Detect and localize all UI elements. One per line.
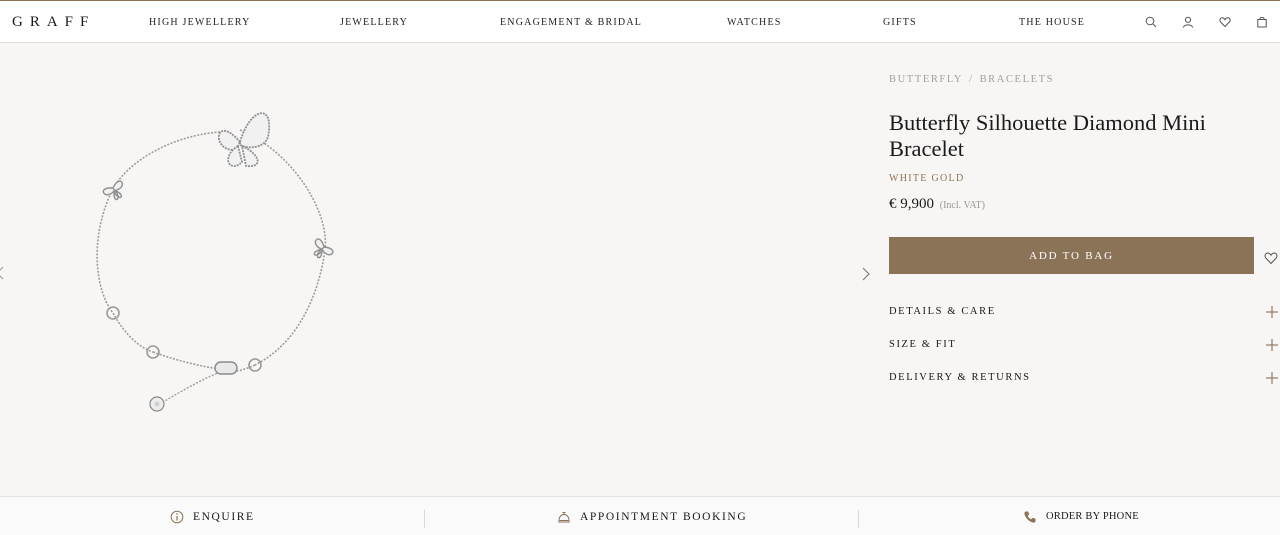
appointment-booking-button[interactable]: APPOINTMENT BOOKING <box>557 497 747 535</box>
prev-image-arrow[interactable] <box>0 266 4 280</box>
add-to-bag-button[interactable]: ADD TO BAG <box>889 237 1254 274</box>
plus-icon <box>1266 372 1278 384</box>
bag-icon[interactable] <box>1256 16 1268 28</box>
plus-icon <box>1266 339 1278 351</box>
enquire-button[interactable]: ENQUIRE <box>170 497 255 535</box>
sticky-footer-bar: ENQUIRE APPOINTMENT BOOKING ORDER BY PHO… <box>0 496 1280 535</box>
info-icon <box>170 510 184 523</box>
breadcrumb-butterfly[interactable]: BUTTERFLY <box>889 74 963 85</box>
concierge-bell-icon <box>558 511 570 522</box>
vat-note: (Incl. VAT) <box>939 200 985 211</box>
product-price-wrap: € 9,900 (Incl. VAT) <box>889 196 985 213</box>
nav-high-jewellery[interactable]: HIGH JEWELLERY <box>149 17 251 28</box>
plus-icon <box>1266 306 1278 318</box>
graff-logo[interactable]: GRAFF <box>12 14 95 31</box>
nav-the-house[interactable]: THE HOUSE <box>1019 17 1085 28</box>
accordion-details-care-label: DETAILS & CARE <box>889 306 996 317</box>
phone-icon <box>1024 511 1036 523</box>
appointment-booking-label: APPOINTMENT BOOKING <box>580 510 748 523</box>
breadcrumb-bracelets[interactable]: BRACELETS <box>980 74 1055 85</box>
accordion-delivery-returns-label: DELIVERY & RETURNS <box>889 372 1031 383</box>
nav-gifts[interactable]: GIFTS <box>883 17 917 28</box>
enquire-label: ENQUIRE <box>193 510 255 523</box>
product-price: € 9,900 <box>889 196 934 212</box>
accordion-size-fit-label: SIZE & FIT <box>889 339 957 350</box>
product-title: Butterfly Silhouette Diamond Mini Bracel… <box>889 110 1206 161</box>
next-image-arrow[interactable] <box>861 266 871 282</box>
add-to-wishlist-heart-icon[interactable] <box>1264 251 1278 265</box>
accordion-size-fit[interactable]: SIZE & FIT <box>889 336 1280 356</box>
wishlist-icon[interactable] <box>1219 16 1231 28</box>
order-by-phone-button[interactable]: ORDER BY PHONE <box>1023 497 1139 535</box>
breadcrumb-separator: / <box>969 74 974 85</box>
site-header: GRAFF HIGH JEWELLERY JEWELLERY ENGAGEMEN… <box>0 0 1280 43</box>
order-by-phone-label: ORDER BY PHONE <box>1046 511 1139 522</box>
product-image[interactable] <box>80 100 360 430</box>
accordion-details-care[interactable]: DETAILS & CARE <box>889 303 1280 323</box>
nav-engagement-bridal[interactable]: ENGAGEMENT & BRIDAL <box>500 17 642 28</box>
search-icon[interactable] <box>1145 16 1157 28</box>
nav-watches[interactable]: WATCHES <box>727 17 782 28</box>
nav-jewellery[interactable]: JEWELLERY <box>340 17 408 28</box>
breadcrumb: BUTTERFLY / BRACELETS <box>889 74 1054 85</box>
footer-divider <box>858 510 859 528</box>
metal-type: WHITE GOLD <box>889 173 965 184</box>
account-icon[interactable] <box>1182 16 1194 28</box>
accordion-delivery-returns[interactable]: DELIVERY & RETURNS <box>889 369 1280 389</box>
footer-divider <box>424 510 425 528</box>
